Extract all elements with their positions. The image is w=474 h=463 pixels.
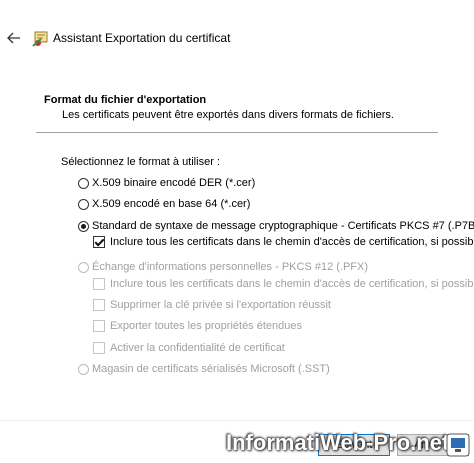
checkbox-disabled[interactable] [93,278,105,290]
header-subtitle: Les certificats peuvent être exportés da… [62,109,394,121]
checkbox-pfx-include-label: Inclure tous les certificats dans le che… [110,278,474,290]
checkbox-pfx-privacy-option[interactable]: Activer la confidentialité de certificat [93,342,285,354]
checkbox-pfx-delete-key-option[interactable]: Supprimer la clé privée si l'exportation… [93,299,331,311]
footer-separator [0,420,474,421]
checkbox-pkcs7-include-label: Inclure tous les certificats dans le che… [110,236,474,248]
radio-pkcs7-label: Standard de syntaxe de message cryptogra… [92,220,474,232]
radio-base64-label: X.509 encodé en base 64 (*.cer) [92,198,251,210]
checkbox-pfx-delete-key-label: Supprimer la clé privée si l'exportation… [110,299,331,311]
checkbox-checked[interactable] [93,236,105,248]
radio-pfx-option[interactable]: Échange d'informations personnelles - PK… [78,261,368,273]
checkbox-pkcs7-include-option[interactable]: Inclure tous les certificats dans le che… [93,236,474,248]
checkbox-pfx-export-props-option[interactable]: Exporter toutes les propriétés étendues [93,320,302,332]
window-title: Assistant Exportation du certificat [53,31,231,45]
checkbox-pfx-include-option[interactable]: Inclure tous les certificats dans le che… [93,278,474,290]
header-separator [36,132,438,133]
checkbox-disabled[interactable] [93,320,105,332]
format-prompt: Sélectionnez le format à utiliser : [61,156,220,168]
radio-pfx-label: Échange d'informations personnelles - PK… [92,261,369,273]
radio-sst-option[interactable]: Magasin de certificats sérialisés Micros… [78,363,330,375]
checkbox-disabled[interactable] [93,342,105,354]
checkbox-disabled[interactable] [93,299,105,311]
certificate-wizard-icon [32,31,48,47]
radio-button-disabled[interactable] [78,261,89,273]
radio-button[interactable] [78,177,89,189]
radio-base64-option[interactable]: X.509 encodé en base 64 (*.cer) [78,198,250,210]
radio-der-option[interactable]: X.509 binaire encodé DER (*.cer) [78,177,255,189]
radio-button-selected[interactable] [78,220,89,232]
back-arrow-icon[interactable] [6,30,22,46]
radio-button[interactable] [78,198,89,210]
radio-sst-label: Magasin de certificats sérialisés Micros… [92,363,330,375]
radio-pkcs7-option[interactable]: Standard de syntaxe de message cryptogra… [78,220,474,232]
header-title: Format du fichier d'exportation [44,94,207,106]
watermark-text: InformatiWeb-Pro.net [226,430,450,455]
checkbox-pfx-export-props-label: Exporter toutes les propriétés étendues [110,320,303,332]
checkbox-pfx-privacy-label: Activer la confidentialité de certificat [110,342,285,354]
radio-der-label: X.509 binaire encodé DER (*.cer) [92,177,256,189]
radio-button-disabled[interactable] [78,363,89,375]
title-bar: Assistant Exportation du certificat [0,0,474,80]
informatiweb-logo-icon [446,433,470,457]
